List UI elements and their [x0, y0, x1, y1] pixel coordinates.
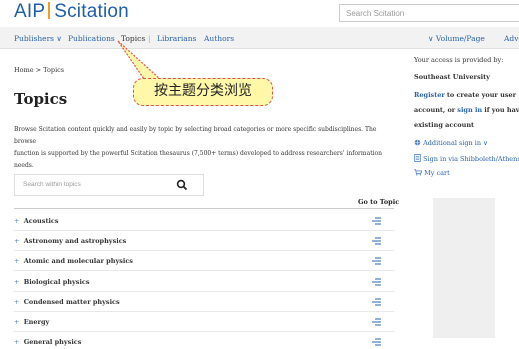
- nav-advanced[interactable]: Adva: [504, 34, 519, 43]
- topic-row[interactable]: + Atomic and molecular physics: [14, 251, 394, 272]
- topic-name: Astronomy and astrophysics: [23, 237, 127, 246]
- account-rest: if you have an: [484, 106, 519, 114]
- goto-topic-header: Go to Topic: [358, 198, 400, 206]
- topic-search-placeholder: Search within topics: [23, 181, 81, 188]
- description-line-1: Browse Scitation content quickly and eas…: [14, 126, 377, 145]
- expand-plus-icon[interactable]: +: [14, 318, 19, 326]
- my-cart-link[interactable]: My cart: [414, 169, 450, 177]
- expand-plus-icon[interactable]: +: [14, 338, 19, 346]
- existing-account-text: existing account: [414, 121, 475, 129]
- account-line: account, or sign in if you have an: [414, 106, 519, 114]
- logo-scitation: Scitation: [54, 1, 129, 22]
- annotation-callout: 按主题分类浏览: [133, 78, 273, 106]
- expand-plus-icon[interactable]: +: [14, 237, 19, 245]
- topic-label[interactable]: + Astronomy and astrophysics: [14, 237, 126, 245]
- topic-name: Energy: [23, 318, 50, 326]
- goto-topic-icon[interactable]: [372, 237, 381, 245]
- expand-plus-icon[interactable]: +: [14, 278, 19, 286]
- search-icon[interactable]: [176, 179, 188, 191]
- document-icon: [414, 154, 421, 162]
- topic-search-input[interactable]: Search within topics: [14, 174, 204, 196]
- goto-topic-icon[interactable]: [372, 338, 381, 346]
- topic-row[interactable]: + Acoustics: [14, 211, 394, 231]
- nav-publishers[interactable]: Publishers ∨: [14, 34, 62, 43]
- nav-authors[interactable]: Authors: [204, 34, 234, 43]
- logo-divider: [48, 2, 51, 19]
- topic-label[interactable]: + Condensed matter physics: [14, 298, 120, 306]
- goto-topic-icon[interactable]: [372, 298, 381, 306]
- breadcrumb[interactable]: Home > Topics: [14, 66, 64, 74]
- access-label: Your access is provided by:: [414, 56, 504, 64]
- topic-name: Biological physics: [23, 277, 90, 286]
- topic-row[interactable]: + Condensed matter physics: [14, 292, 394, 312]
- ad-placeholder: [433, 198, 495, 338]
- register-text: to create your user: [446, 91, 517, 99]
- nav-publications[interactable]: Publications: [68, 34, 115, 43]
- register-line: Register to create your user: [414, 91, 516, 99]
- account-prefix: account, or: [414, 106, 456, 114]
- topic-name: General physics: [23, 338, 82, 347]
- goto-topic-icon[interactable]: [372, 318, 381, 326]
- globe-icon: [414, 139, 421, 146]
- expand-plus-icon[interactable]: +: [14, 257, 19, 265]
- shibboleth-sign-in[interactable]: Sign in via Shibboleth/Athens: [414, 154, 519, 163]
- topic-label[interactable]: + General physics: [14, 338, 81, 346]
- description-line-2: function is supported by the powerful Sc…: [14, 150, 382, 169]
- goto-topic-icon[interactable]: [372, 257, 381, 265]
- goto-topic-icon[interactable]: [372, 217, 381, 225]
- topic-name: Atomic and molecular physics: [23, 257, 133, 266]
- cart-icon: [414, 169, 423, 176]
- topic-row[interactable]: + Energy: [14, 312, 394, 332]
- shibboleth-label: Sign in via Shibboleth/Athens: [423, 155, 519, 163]
- logo-aip: AIP: [14, 1, 46, 22]
- expand-plus-icon[interactable]: +: [14, 298, 19, 306]
- topic-name: Acoustics: [23, 217, 59, 225]
- topic-label[interactable]: + Atomic and molecular physics: [14, 257, 133, 265]
- topic-label[interactable]: + Biological physics: [14, 278, 90, 286]
- topic-label[interactable]: + Energy: [14, 318, 49, 326]
- additional-sign-in[interactable]: Additional sign in ∨: [414, 139, 488, 147]
- site-logo[interactable]: AIP Scitation: [14, 1, 129, 23]
- page-title: Topics: [14, 90, 68, 108]
- expand-plus-icon[interactable]: +: [14, 217, 19, 225]
- page-description: Browse Scitation content quickly and eas…: [14, 124, 384, 172]
- topic-row[interactable]: + Astronomy and astrophysics: [14, 231, 394, 252]
- institution-name: Southeast University: [414, 73, 490, 81]
- nav-volume-page[interactable]: ∨ Volume/Page: [428, 34, 485, 43]
- main-nav: Publishers ∨ Publications Topics | Libra…: [0, 27, 519, 49]
- divider: [14, 208, 394, 209]
- site-search-input[interactable]: Search Scitation: [339, 4, 519, 22]
- topic-row[interactable]: + General physics: [14, 332, 394, 349]
- topic-label[interactable]: + Acoustics: [14, 217, 59, 225]
- register-link[interactable]: Register: [414, 91, 445, 99]
- goto-topic-icon[interactable]: [372, 277, 381, 286]
- additional-sign-in-label: Additional sign in ∨: [423, 139, 488, 147]
- topic-name: Condensed matter physics: [23, 297, 120, 306]
- topic-row[interactable]: + Biological physics: [14, 272, 394, 292]
- callout-pointer: [117, 40, 162, 80]
- my-cart-label: My cart: [424, 169, 450, 177]
- sign-in-link[interactable]: sign in: [457, 106, 482, 114]
